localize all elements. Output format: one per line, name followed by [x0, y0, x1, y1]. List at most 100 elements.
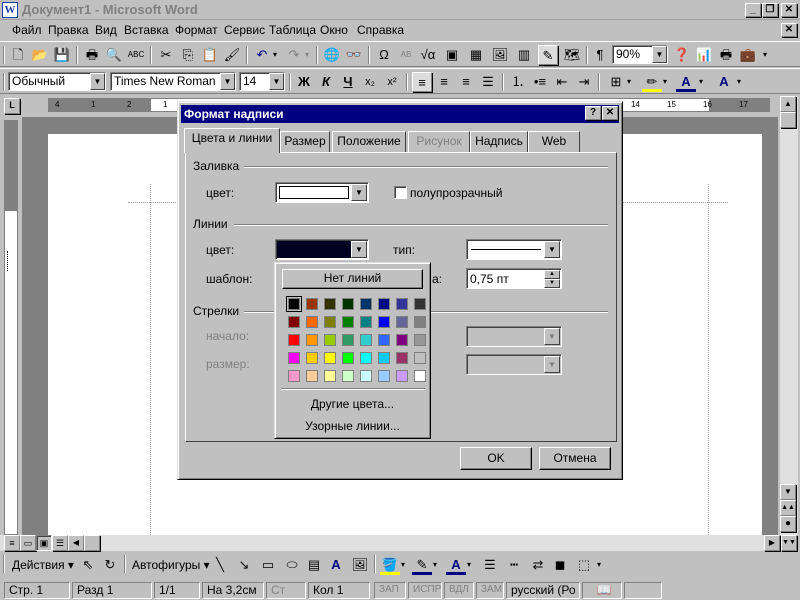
redo-icon[interactable]: ↷	[284, 45, 304, 65]
bold-button[interactable]: Ж	[294, 72, 314, 92]
oval-icon[interactable]: ⬭	[282, 555, 302, 575]
minimize-button[interactable]: _	[745, 3, 761, 17]
no-line-button[interactable]: Нет линий	[282, 269, 423, 289]
status-trk[interactable]: ИСПР	[408, 582, 442, 599]
highlight-icon[interactable]: ✏	[642, 72, 662, 92]
color-swatch[interactable]	[324, 316, 336, 328]
fill-color-dropdown-icon[interactable]: ▾	[398, 555, 408, 575]
align-right-icon[interactable]: ≡	[456, 72, 476, 92]
vertical-ruler[interactable]	[4, 120, 18, 535]
color-swatch[interactable]	[306, 352, 318, 364]
color-swatch[interactable]	[286, 296, 302, 312]
scroll-up-icon[interactable]: ▲	[780, 96, 796, 112]
font-color-dropdown-icon[interactable]: ▾	[696, 72, 706, 92]
document-close-button[interactable]: ✕	[781, 23, 797, 37]
3d-icon[interactable]: ⬚	[574, 555, 594, 575]
color-swatch[interactable]	[324, 352, 336, 364]
scroll-left-icon[interactable]: ◀	[68, 535, 84, 551]
line-icon[interactable]: ╲	[210, 555, 230, 575]
dialog-close-button[interactable]: ✕	[602, 106, 618, 120]
superscript-button[interactable]: x²	[382, 72, 402, 92]
color-swatch[interactable]	[360, 316, 372, 328]
chevron-down-icon[interactable]: ▼	[652, 46, 667, 63]
document-map-icon[interactable]: 🗺	[562, 45, 582, 65]
line-weight-input[interactable]: 0,75 пт ▲ ▼	[466, 268, 562, 289]
color-swatch[interactable]	[396, 334, 408, 346]
arrow-style-icon[interactable]: ⇄	[528, 555, 548, 575]
menu-tools[interactable]: Сервис	[224, 23, 265, 37]
font-size-select[interactable]: 14 ▼	[239, 72, 285, 91]
borders-dropdown-icon[interactable]: ▾	[624, 72, 634, 92]
print-layout-icon[interactable]: ▣	[36, 535, 52, 551]
find-binoculars-icon[interactable]: 👓	[344, 45, 364, 65]
tab-colors-lines[interactable]: Цвета и линии	[184, 128, 280, 153]
undo-icon[interactable]: ↶	[252, 45, 272, 65]
color-swatch[interactable]	[360, 352, 372, 364]
scroll-thumb[interactable]	[780, 112, 796, 128]
rectangle-icon[interactable]: ▭	[258, 555, 278, 575]
chevron-down-icon[interactable]: ▼	[90, 73, 105, 90]
menu-edit[interactable]: Правка	[48, 23, 89, 37]
insert-picture-icon[interactable]: 🖼	[490, 45, 510, 65]
toolbar-options-icon[interactable]: ▾	[594, 555, 604, 575]
vertical-scrollbar[interactable]: ▲ ▼ ▲▲ ●	[780, 96, 798, 535]
text-direction-icon[interactable]: A	[714, 72, 734, 92]
color-swatch[interactable]	[306, 298, 318, 310]
save-icon[interactable]: 💾	[52, 45, 72, 65]
menu-window[interactable]: Окно	[320, 23, 348, 37]
browse-object-icon[interactable]: ●	[780, 516, 796, 532]
tab-textbox[interactable]: Надпись	[470, 131, 528, 152]
highlight-dropdown-icon[interactable]: ▾	[660, 72, 670, 92]
menu-file[interactable]: Файл	[12, 23, 42, 37]
next-page-icon[interactable]: ▼▼	[781, 535, 797, 551]
font-color-icon[interactable]: A	[446, 555, 466, 575]
color-swatch[interactable]	[396, 316, 408, 328]
paste-icon[interactable]: 📋	[200, 45, 220, 65]
more-colors-item[interactable]: Другие цвета...	[279, 397, 426, 411]
free-rotate-icon[interactable]: ↻	[100, 555, 120, 575]
insert-frame-icon[interactable]: ▣	[442, 45, 462, 65]
chevron-down-icon[interactable]: ▼	[544, 328, 560, 345]
chevron-down-icon[interactable]: ▼	[269, 73, 284, 90]
color-swatch[interactable]	[342, 334, 354, 346]
scroll-right-icon[interactable]: ▶	[764, 535, 780, 551]
color-swatch[interactable]	[288, 352, 300, 364]
format-painter-icon[interactable]: 🖌	[222, 45, 242, 65]
color-swatch[interactable]	[414, 298, 426, 310]
cancel-button[interactable]: Отмена	[539, 447, 611, 470]
spin-down-icon[interactable]: ▼	[544, 279, 560, 288]
symbol-omega-icon[interactable]: Ω	[374, 45, 394, 65]
color-swatch[interactable]	[378, 334, 390, 346]
italic-button[interactable]: К	[316, 72, 336, 92]
status-ovr[interactable]: ЗАМ	[476, 582, 504, 599]
spelling-icon[interactable]: ABC	[126, 45, 146, 65]
color-swatch[interactable]	[324, 334, 336, 346]
horizontal-scrollbar[interactable]: ≡ ▭ ▣ ☰ ◀ ▶	[0, 535, 780, 551]
status-rec[interactable]: ЗАП	[374, 582, 406, 599]
color-swatch[interactable]	[306, 370, 318, 382]
justify-icon[interactable]: ☰	[478, 72, 498, 92]
print-icon[interactable]: 🖶	[82, 45, 102, 65]
tab-web[interactable]: Web	[528, 131, 580, 152]
dialog-help-button[interactable]: ?	[585, 106, 601, 120]
color-swatch[interactable]	[414, 370, 426, 382]
fill-color-icon[interactable]: 🪣	[380, 555, 400, 575]
color-swatch[interactable]	[288, 370, 300, 382]
drawing-toggle-icon[interactable]: ✎	[538, 45, 558, 65]
zoom-select[interactable]: 90% ▼	[612, 45, 668, 64]
subscript-button[interactable]: x₂	[360, 72, 380, 92]
menu-format[interactable]: Формат	[175, 23, 218, 37]
arrow-end-size-select[interactable]: ▼	[466, 354, 562, 375]
chart-icon[interactable]: 📊	[694, 45, 714, 65]
wordart-icon[interactable]: A	[326, 555, 346, 575]
font-color-icon[interactable]: A	[676, 72, 696, 92]
close-button[interactable]: ✕	[781, 3, 797, 17]
ok-button[interactable]: OK	[460, 447, 532, 470]
tab-picture[interactable]: Рисунок	[408, 131, 470, 152]
color-swatch[interactable]	[360, 370, 372, 382]
color-swatch[interactable]	[396, 352, 408, 364]
decrease-indent-icon[interactable]: ⇤	[552, 72, 572, 92]
line-type-select[interactable]: ▼	[466, 239, 562, 260]
status-ext[interactable]: ВДЛ	[444, 582, 474, 599]
underline-button[interactable]: Ч	[338, 72, 358, 92]
